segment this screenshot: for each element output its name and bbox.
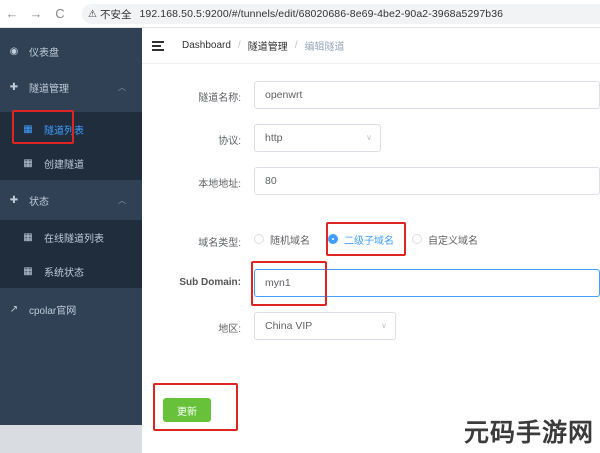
sidebar-item-dashboard[interactable]: ◉ 仪表盘 [0,34,142,68]
grid-icon: ▦ [23,123,33,135]
radio-label: 二级子域名 [344,235,394,247]
grid-icon: ▦ [23,265,33,277]
tunnel-name-label: 隧道名称: [198,93,241,104]
sidebar-footer [0,425,142,453]
tunnel-name-input[interactable]: openwrt [254,81,600,109]
plus-circle-icon: ✚ [9,81,19,93]
watermark-logo: 元码手游网 [463,418,594,447]
browser-toolbar: ← → C ⚠ 不安全 192.168.50.5:9200/#/tunnels/… [0,0,600,28]
sidebar: ◉ 仪表盘 ✚ 隧道管理 ︿ ▦ 隧道列表 ▦ 创建隧道 ✚ 状态 ︿ ▦ 在线… [0,28,142,425]
sidebar-item-label: 在线隧道列表 [44,233,104,245]
region-value: China VIP [265,320,313,332]
sidebar-item-system-status[interactable]: ▦ 系统状态 [0,254,142,288]
update-button[interactable]: 更新 [163,398,211,422]
region-label: 地区: [218,324,241,335]
page-header: Dashboard / 隧道管理 / 编辑隧道 [142,28,600,64]
grid-icon: ▦ [23,231,33,243]
radio-random-domain[interactable]: 随机域名 [254,232,310,247]
plus-circle-icon: ✚ [9,194,19,206]
region-select[interactable]: China VIP ∨ [254,312,396,340]
sidebar-item-online-tunnels[interactable]: ▦ 在线隧道列表 [0,220,142,254]
sidebar-item-label: 隧道列表 [44,125,84,137]
sidebar-item-create-tunnel[interactable]: ▦ 创建隧道 [0,146,142,180]
domain-type-label: 域名类型: [198,238,241,249]
sidebar-item-status[interactable]: ✚ 状态 ︿ [0,183,142,217]
breadcrumb-dashboard[interactable]: Dashboard [182,40,231,51]
edit-tunnel-form: 隧道名称: openwrt 协议: http ∨ 本地地址: 80 域名类型: … [142,64,600,453]
breadcrumb-tunnel-management[interactable]: 隧道管理 [248,38,288,53]
dashboard-icon: ◉ [9,45,19,57]
back-icon[interactable]: ← [0,0,24,28]
sidebar-item-label: 创建隧道 [44,159,84,171]
protocol-select[interactable]: http ∨ [254,124,381,152]
sidebar-item-label: 系统状态 [44,267,84,279]
sidebar-item-label: 隧道管理 [29,83,69,95]
grid-icon: ▦ [23,157,33,169]
sidebar-item-label: cpolar官网 [29,305,77,317]
sub-domain-input[interactable]: myn1 [254,269,600,297]
address-bar[interactable]: ⚠ 不安全 192.168.50.5:9200/#/tunnels/edit/6… [82,4,600,24]
chevron-down-icon: ∨ [381,321,387,330]
chevron-down-icon: ∨ [366,133,372,142]
local-address-input[interactable]: 80 [254,167,600,195]
insecure-label: 不安全 [99,8,132,21]
chevron-up-icon: ︿ [118,82,126,92]
radio-custom-domain[interactable]: 自定义域名 [412,232,478,247]
sidebar-item-tunnel-list[interactable]: ▦ 隧道列表 [0,112,142,146]
sidebar-item-label: 仪表盘 [29,47,59,59]
chevron-up-icon: ︿ [118,195,126,205]
sidebar-item-tunnel-management[interactable]: ✚ 隧道管理 ︿ [0,70,142,104]
sidebar-item-label: 状态 [29,196,49,208]
radio-checked-icon [328,234,338,244]
radio-subdomain[interactable]: 二级子域名 [328,232,394,247]
protocol-value: http [265,132,283,144]
external-link-icon: ↗ [9,303,19,315]
sub-domain-label: Sub Domain: [179,277,241,288]
breadcrumb-separator: / [237,40,241,51]
protocol-label: 协议: [218,136,241,147]
warning-icon: ⚠ [88,8,97,20]
domain-type-radio-group: 随机域名 二级子域名 自定义域名 [254,230,496,248]
url-text: 192.168.50.5:9200/#/tunnels/edit/6802068… [139,8,504,20]
breadcrumb-current: 编辑隧道 [304,42,345,53]
breadcrumb-separator: / [294,40,298,51]
radio-label: 自定义域名 [428,235,478,247]
hamburger-icon[interactable] [152,40,164,51]
radio-circle-icon [412,234,422,244]
breadcrumb: Dashboard / 隧道管理 / 编辑隧道 [182,38,344,53]
forward-icon[interactable]: → [24,0,48,28]
reload-icon[interactable]: C [48,0,72,28]
sidebar-item-cpolar-website[interactable]: ↗ cpolar官网 [0,292,142,326]
local-address-label: 本地地址: [198,179,241,190]
radio-label: 随机域名 [270,235,310,247]
radio-circle-icon [254,234,264,244]
